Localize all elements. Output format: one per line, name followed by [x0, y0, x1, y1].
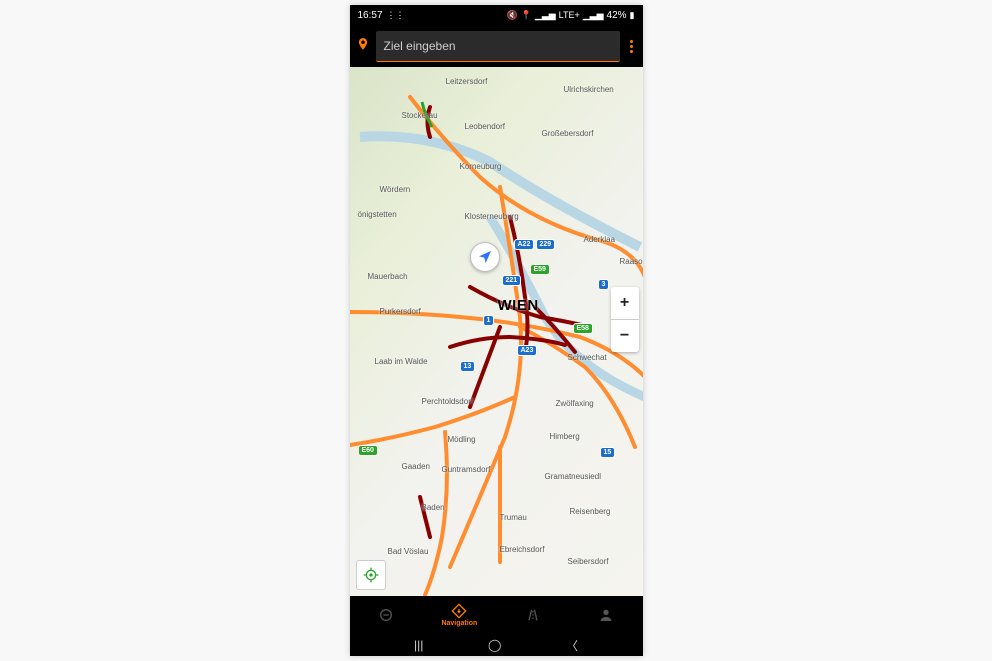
town-label: Gaaden — [402, 462, 430, 471]
town-label: Seibersdorf — [568, 557, 609, 566]
road-shield: E59 — [530, 264, 550, 275]
location-icon: 📍 — [521, 11, 532, 20]
town-label: Mödling — [448, 435, 476, 444]
town-label: Purkersdorf — [380, 307, 421, 316]
road-shield: 3 — [598, 279, 610, 290]
status-notif-icon: ⋮⋮ — [387, 11, 405, 20]
pin-icon[interactable] — [356, 37, 370, 56]
signal-icon: ▁▃▅ — [535, 11, 556, 20]
town-label: Leobendorf — [465, 122, 505, 131]
map-view[interactable]: WIEN Leitzersdorf Ulrichskirchen Stockerau… — [350, 67, 643, 596]
tab-trips[interactable] — [350, 596, 423, 634]
town-label: Himberg — [550, 432, 580, 441]
city-label-main: WIEN — [498, 297, 539, 314]
road-shield: A23 — [517, 345, 538, 356]
town-label: Wördern — [380, 185, 411, 194]
kebab-menu-icon[interactable] — [626, 40, 637, 53]
recenter-button[interactable] — [356, 560, 386, 590]
tab-navigation[interactable]: Navigation — [423, 596, 496, 634]
current-location-marker[interactable] — [470, 242, 500, 272]
town-label: Korneuburg — [460, 162, 502, 171]
town-label: Reisenberg — [570, 507, 611, 516]
status-bar: 16:57 ⋮⋮ 🔇 📍 ▁▃▅ LTE+ ▁▃▅ 42% ▮ — [350, 5, 643, 25]
town-label: Schwechat — [568, 353, 607, 362]
road-shield: 1 — [483, 315, 495, 326]
battery-icon: ▮ — [630, 11, 635, 20]
town-label: Mauerbach — [368, 272, 408, 281]
status-time: 16:57 — [358, 10, 383, 21]
zoom-in-button[interactable]: + — [611, 287, 639, 319]
road-shield: 229 — [536, 239, 556, 250]
town-label: önigstetten — [358, 210, 397, 219]
zoom-out-button[interactable]: − — [611, 319, 639, 352]
road-network — [350, 67, 643, 596]
road-shield: E58 — [573, 323, 593, 334]
town-label: Baden — [422, 503, 445, 512]
bottom-tab-bar: Navigation — [350, 596, 643, 634]
town-label: Raaso — [620, 257, 643, 266]
signal-icon-2: ▁▃▅ — [583, 11, 604, 20]
net-type: LTE+ — [559, 11, 580, 20]
sys-back-button[interactable]: 〈 — [566, 637, 578, 654]
phone-frame: 16:57 ⋮⋮ 🔇 📍 ▁▃▅ LTE+ ▁▃▅ 42% ▮ Ziel ein… — [350, 5, 643, 656]
town-label: Gramatneusiedl — [545, 472, 601, 481]
tab-navigation-label: Navigation — [441, 620, 477, 627]
road-shield: E60 — [358, 445, 378, 456]
system-nav-bar: ||| ◯ 〈 — [350, 634, 643, 656]
destination-placeholder: Ziel eingeben — [384, 39, 456, 53]
sys-recent-button[interactable]: ||| — [414, 638, 423, 652]
town-label: Stockerau — [402, 111, 438, 120]
search-row: Ziel eingeben — [350, 25, 643, 67]
town-label: Trumau — [500, 513, 527, 522]
town-label: Großebersdorf — [542, 129, 594, 138]
mute-icon: 🔇 — [506, 11, 517, 20]
battery-pct: 42% — [607, 10, 627, 21]
town-label: Leitzersdorf — [446, 77, 488, 86]
town-label: Laab im Walde — [375, 357, 428, 366]
sys-home-button[interactable]: ◯ — [488, 638, 501, 652]
destination-input[interactable]: Ziel eingeben — [376, 31, 620, 62]
town-label: Klosterneuburg — [465, 212, 519, 221]
road-shield: 221 — [502, 275, 522, 286]
town-label: Ulrichskirchen — [564, 85, 614, 94]
town-label: Guntramsdorf — [442, 465, 491, 474]
town-label: Perchtoldsdorf — [422, 397, 474, 406]
tab-profile[interactable] — [569, 596, 642, 634]
tab-road[interactable] — [496, 596, 569, 634]
road-shield: 13 — [460, 361, 476, 372]
town-label: Aderklaa — [584, 235, 616, 244]
town-label: Zwölfaxing — [556, 399, 594, 408]
road-shield: A22 — [514, 239, 535, 250]
town-label: Bad Vöslau — [388, 547, 429, 556]
zoom-controls: + − — [611, 287, 639, 352]
town-label: Ebreichsdorf — [500, 545, 545, 554]
road-shield: 15 — [600, 447, 616, 458]
outer-frame: 16:57 ⋮⋮ 🔇 📍 ▁▃▅ LTE+ ▁▃▅ 42% ▮ Ziel ein… — [0, 0, 992, 661]
